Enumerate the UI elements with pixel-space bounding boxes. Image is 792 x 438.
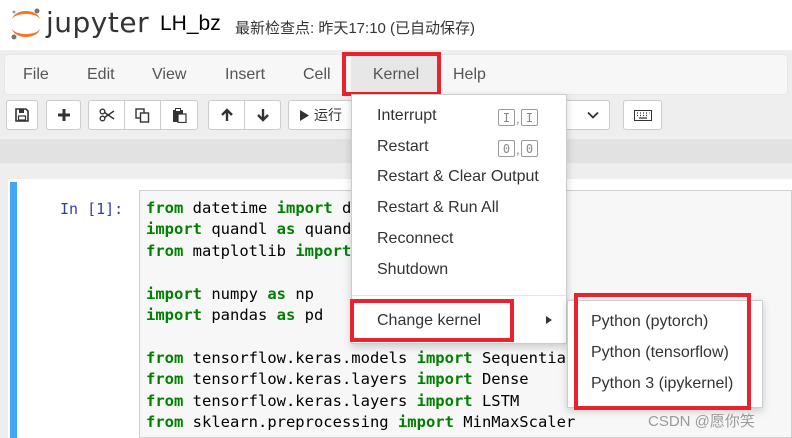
menu-file[interactable]: File xyxy=(23,55,49,94)
shortcut-key: 0 xyxy=(498,140,515,157)
kernel-dropdown: Interrupt I , I Restart 0 , 0 Restart & … xyxy=(351,94,567,344)
command-palette-button[interactable] xyxy=(623,100,662,130)
code-keyword: import xyxy=(295,241,352,260)
code-token: matplotlib xyxy=(183,241,296,260)
code-token: d xyxy=(332,199,352,217)
copy-icon xyxy=(135,107,150,123)
move-up-button[interactable] xyxy=(208,100,245,130)
change-kernel-submenu: Python (pytorch) Python (tensorflow) Pyt… xyxy=(567,300,763,408)
watermark: CSDN @愿你笑 xyxy=(648,413,755,430)
code-keyword: from xyxy=(146,199,184,217)
add-cell-button[interactable] xyxy=(46,100,81,130)
logo-text[interactable]: jupyter xyxy=(46,6,149,39)
kernel-option-tensorflow[interactable]: Python (tensorflow) xyxy=(591,344,729,362)
menu-item-restart-run-all[interactable]: Restart & Run All xyxy=(377,199,499,217)
shortcut-separator: , xyxy=(516,142,520,157)
code-token: pandas xyxy=(202,306,277,325)
cell-type-select[interactable] xyxy=(562,100,610,130)
code-keyword: import xyxy=(397,413,454,432)
code-token: MinMaxScaler xyxy=(453,413,576,432)
code-token: quand xyxy=(295,220,352,239)
code-keyword: from xyxy=(146,370,184,389)
menu-item-shutdown[interactable]: Shutdown xyxy=(377,261,448,279)
code-token: pd xyxy=(295,306,324,325)
notebook-name[interactable]: LH_bz xyxy=(160,12,221,36)
cell-selection-indicator xyxy=(10,182,17,438)
code-token: datetime xyxy=(183,199,277,217)
code-keyword: import xyxy=(416,348,473,367)
code-keyword: import xyxy=(276,199,333,217)
code-keyword: as xyxy=(267,284,286,303)
paste-button[interactable] xyxy=(160,100,198,130)
run-button[interactable]: 运行 xyxy=(288,100,354,130)
shortcut-separator: , xyxy=(516,111,520,126)
arrow-down-icon xyxy=(256,109,269,122)
menu-kernel[interactable]: Kernel xyxy=(351,55,441,94)
save-icon xyxy=(15,108,29,122)
header: jupyter LH_bz 最新检查点: 昨天17:10 (已自动保存) xyxy=(0,0,792,50)
move-down-button[interactable] xyxy=(244,100,281,130)
code-keyword: import xyxy=(146,220,202,239)
menu-view[interactable]: View xyxy=(152,55,186,94)
menu-item-reconnect[interactable]: Reconnect xyxy=(377,230,454,248)
plus-icon xyxy=(57,109,70,121)
code-keyword: from xyxy=(146,241,184,260)
play-icon xyxy=(300,109,309,121)
chevron-down-icon xyxy=(587,111,599,119)
menu-item-restart[interactable]: Restart xyxy=(377,138,429,156)
shortcut-key: I xyxy=(498,109,515,126)
code-token: LSTM xyxy=(472,391,520,410)
arrow-up-icon xyxy=(220,108,233,121)
copy-button[interactable] xyxy=(124,100,161,130)
code-token: tensorflow.keras.layers xyxy=(183,370,417,389)
shortcut-key: 0 xyxy=(521,140,538,157)
code-keyword: from xyxy=(146,391,184,410)
code-keyword: import xyxy=(146,284,202,303)
run-label: 运行 xyxy=(314,107,342,123)
shortcut-key: I xyxy=(521,109,538,126)
menubar: File Edit View Insert Cell Kernel Help xyxy=(4,54,788,95)
code-keyword: as xyxy=(276,220,296,239)
cut-button[interactable] xyxy=(88,100,125,130)
menu-help[interactable]: Help xyxy=(453,55,486,94)
jupyter-logo-icon xyxy=(11,8,40,40)
menu-item-change-kernel[interactable]: Change kernel xyxy=(377,312,481,330)
menu-item-interrupt[interactable]: Interrupt xyxy=(377,107,437,125)
code-keyword: import xyxy=(416,370,473,389)
menu-edit[interactable]: Edit xyxy=(87,55,115,94)
code-keyword: import xyxy=(146,306,202,325)
code-token: Sequential xyxy=(472,348,576,367)
kernel-option-pytorch[interactable]: Python (pytorch) xyxy=(591,313,708,331)
save-button[interactable] xyxy=(6,100,38,130)
code-token: tensorflow.keras.models xyxy=(183,348,417,367)
menu-item-restart-clear[interactable]: Restart & Clear Output xyxy=(377,168,539,186)
code-keyword: as xyxy=(276,306,296,325)
cell-prompt: In [1]: xyxy=(60,200,124,218)
kernel-option-ipykernel[interactable]: Python 3 (ipykernel) xyxy=(591,375,733,393)
menu-cell[interactable]: Cell xyxy=(303,55,331,94)
paste-icon xyxy=(172,107,187,123)
menu-divider xyxy=(352,295,566,296)
code-keyword: from xyxy=(146,413,184,432)
code-token: quandl xyxy=(202,220,277,239)
code-keyword: from xyxy=(146,348,184,367)
code-token: tensorflow.keras.layers xyxy=(183,391,417,410)
code-token: sklearn.preprocessing xyxy=(183,413,398,432)
code-token: Dense xyxy=(472,370,529,389)
menu-insert[interactable]: Insert xyxy=(225,55,265,94)
code-token: numpy xyxy=(202,284,268,303)
scissors-icon xyxy=(99,108,114,122)
code-keyword: import xyxy=(416,391,473,410)
keyboard-icon xyxy=(633,109,652,121)
save-status: 最新检查点: 昨天17:10 (已自动保存) xyxy=(235,20,476,37)
caret-right-icon xyxy=(546,316,552,324)
code-token: np xyxy=(286,284,314,303)
